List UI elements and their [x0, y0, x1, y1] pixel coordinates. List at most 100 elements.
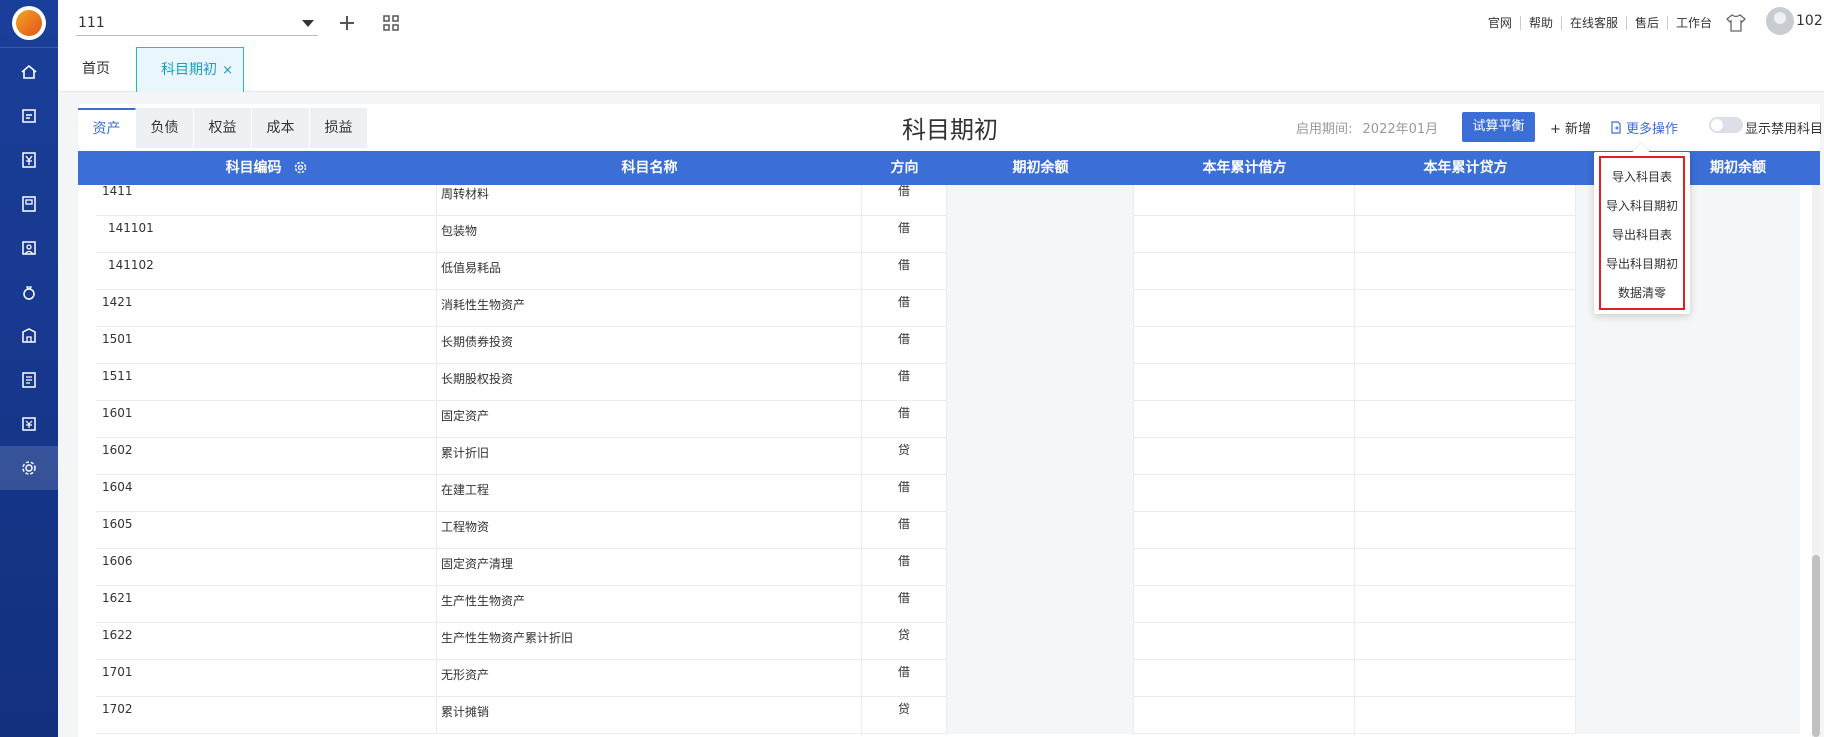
- close-icon[interactable]: ×: [222, 48, 233, 93]
- cell-opening-balance-2[interactable]: [1576, 475, 1800, 512]
- table-row[interactable]: 1622 生产性生物资产累计折旧 贷: [96, 623, 1800, 660]
- cell-opening-balance[interactable]: [947, 327, 1134, 364]
- link-after-sales[interactable]: 售后: [1627, 16, 1668, 30]
- cell-ytd-credit[interactable]: [1355, 327, 1576, 364]
- tshirt-icon[interactable]: [1726, 14, 1746, 32]
- table-row[interactable]: 1511 长期股权投资 借: [96, 364, 1800, 401]
- cell-opening-balance[interactable]: [947, 475, 1134, 512]
- sidebar-item-documents[interactable]: [0, 358, 58, 402]
- cell-ytd-credit[interactable]: [1355, 475, 1576, 512]
- sidebar-item-home[interactable]: [0, 50, 58, 94]
- cell-ytd-debit[interactable]: [1134, 623, 1355, 660]
- cell-ytd-credit[interactable]: [1355, 586, 1576, 623]
- cell-opening-balance[interactable]: [947, 660, 1134, 697]
- settings-gear-icon[interactable]: [294, 161, 307, 174]
- table-row[interactable]: 1605 工程物资 借: [96, 512, 1800, 549]
- scrollbar-thumb[interactable]: [1812, 555, 1820, 737]
- cell-ytd-debit[interactable]: [1134, 253, 1355, 290]
- cell-ytd-debit[interactable]: [1134, 697, 1355, 734]
- cell-ytd-debit[interactable]: [1134, 586, 1355, 623]
- cell-ytd-credit[interactable]: [1355, 697, 1576, 734]
- app-logo[interactable]: [12, 6, 46, 40]
- tab-liabilities[interactable]: 负债: [136, 108, 194, 148]
- cell-opening-balance[interactable]: [947, 697, 1134, 734]
- table-row[interactable]: 1601 固定资产 借: [96, 401, 1800, 438]
- cell-ytd-credit[interactable]: [1355, 549, 1576, 586]
- cell-ytd-debit[interactable]: [1134, 216, 1355, 253]
- cell-ytd-credit[interactable]: [1355, 623, 1576, 660]
- cell-opening-balance[interactable]: [947, 623, 1134, 660]
- menu-item-export-accounts[interactable]: 导出科目表: [1594, 226, 1690, 243]
- table-row[interactable]: 1702 累计摊销 贷: [96, 697, 1800, 734]
- cell-opening-balance[interactable]: [947, 364, 1134, 401]
- sidebar-item-finance[interactable]: [0, 138, 58, 182]
- cell-opening-balance[interactable]: [947, 401, 1134, 438]
- sidebar-item-assets[interactable]: [0, 314, 58, 358]
- add-account-button[interactable]: [336, 12, 358, 34]
- table-row[interactable]: 1411 周转材料 借: [96, 185, 1800, 216]
- sidebar-item-money[interactable]: [0, 270, 58, 314]
- cell-ytd-debit[interactable]: [1134, 512, 1355, 549]
- cell-ytd-debit[interactable]: [1134, 290, 1355, 327]
- cell-opening-balance[interactable]: [947, 438, 1134, 475]
- cell-ytd-credit[interactable]: [1355, 253, 1576, 290]
- cell-ytd-debit[interactable]: [1134, 660, 1355, 697]
- tab-equity[interactable]: 权益: [194, 108, 252, 148]
- table-row[interactable]: 141102 低值易耗品 借: [96, 253, 1800, 290]
- cell-ytd-debit[interactable]: [1134, 549, 1355, 586]
- cell-ytd-debit[interactable]: [1134, 327, 1355, 364]
- table-row[interactable]: 1701 无形资产 借: [96, 660, 1800, 697]
- trial-balance-button[interactable]: 试算平衡: [1462, 112, 1535, 142]
- cell-opening-balance-2[interactable]: [1576, 660, 1800, 697]
- link-workbench[interactable]: 工作台: [1668, 16, 1720, 30]
- table-row[interactable]: 1621 生产性生物资产 借: [96, 586, 1800, 623]
- menu-item-import-accounts[interactable]: 导入科目表: [1594, 168, 1690, 185]
- cell-opening-balance[interactable]: [947, 549, 1134, 586]
- cell-ytd-debit[interactable]: [1134, 438, 1355, 475]
- cell-opening-balance-2[interactable]: [1576, 586, 1800, 623]
- link-online-service[interactable]: 在线客服: [1562, 16, 1627, 30]
- more-actions-button[interactable]: 更多操作: [1610, 118, 1678, 137]
- cell-ytd-debit[interactable]: [1134, 364, 1355, 401]
- show-disabled-toggle[interactable]: [1709, 117, 1743, 133]
- cell-ytd-credit[interactable]: [1355, 216, 1576, 253]
- sidebar-item-tax[interactable]: [0, 402, 58, 446]
- cell-ytd-credit[interactable]: [1355, 512, 1576, 549]
- account-select[interactable]: 111: [76, 10, 318, 36]
- cell-opening-balance[interactable]: [947, 253, 1134, 290]
- table-row[interactable]: 1606 固定资产清理 借: [96, 549, 1800, 586]
- cell-opening-balance-2[interactable]: [1576, 549, 1800, 586]
- tab-home[interactable]: 首页: [82, 47, 110, 92]
- table-row[interactable]: 1604 在建工程 借: [96, 475, 1800, 512]
- cell-opening-balance-2[interactable]: [1576, 512, 1800, 549]
- cell-ytd-credit[interactable]: [1355, 290, 1576, 327]
- menu-item-export-opening[interactable]: 导出科目期初: [1594, 255, 1690, 272]
- cell-ytd-debit[interactable]: [1134, 185, 1355, 216]
- tab-opening-balance[interactable]: 科目期初 ×: [136, 47, 244, 92]
- cell-opening-balance[interactable]: [947, 290, 1134, 327]
- avatar[interactable]: [1766, 7, 1794, 35]
- cell-opening-balance-2[interactable]: [1576, 623, 1800, 660]
- cell-ytd-debit[interactable]: [1134, 401, 1355, 438]
- cell-ytd-credit[interactable]: [1355, 401, 1576, 438]
- cell-opening-balance[interactable]: [947, 185, 1134, 216]
- tab-cost[interactable]: 成本: [252, 108, 310, 148]
- cell-ytd-credit[interactable]: [1355, 185, 1576, 216]
- cell-opening-balance[interactable]: [947, 586, 1134, 623]
- table-row[interactable]: 1602 累计折旧 贷: [96, 438, 1800, 475]
- cell-ytd-credit[interactable]: [1355, 364, 1576, 401]
- table-row[interactable]: 1421 消耗性生物资产 借: [96, 290, 1800, 327]
- sidebar-item-report[interactable]: [0, 226, 58, 270]
- username[interactable]: 102: [1796, 13, 1824, 29]
- sidebar-item-ledger[interactable]: [0, 182, 58, 226]
- tab-assets[interactable]: 资产: [78, 108, 136, 148]
- cell-ytd-debit[interactable]: [1134, 475, 1355, 512]
- cell-ytd-credit[interactable]: [1355, 660, 1576, 697]
- cell-ytd-credit[interactable]: [1355, 438, 1576, 475]
- tab-profit-loss[interactable]: 损益: [310, 108, 368, 148]
- table-row[interactable]: 1501 长期债券投资 借: [96, 327, 1800, 364]
- sidebar-item-voucher[interactable]: [0, 94, 58, 138]
- menu-item-import-opening[interactable]: 导入科目期初: [1594, 197, 1690, 214]
- cell-opening-balance[interactable]: [947, 216, 1134, 253]
- table-row[interactable]: 141101 包装物 借: [96, 216, 1800, 253]
